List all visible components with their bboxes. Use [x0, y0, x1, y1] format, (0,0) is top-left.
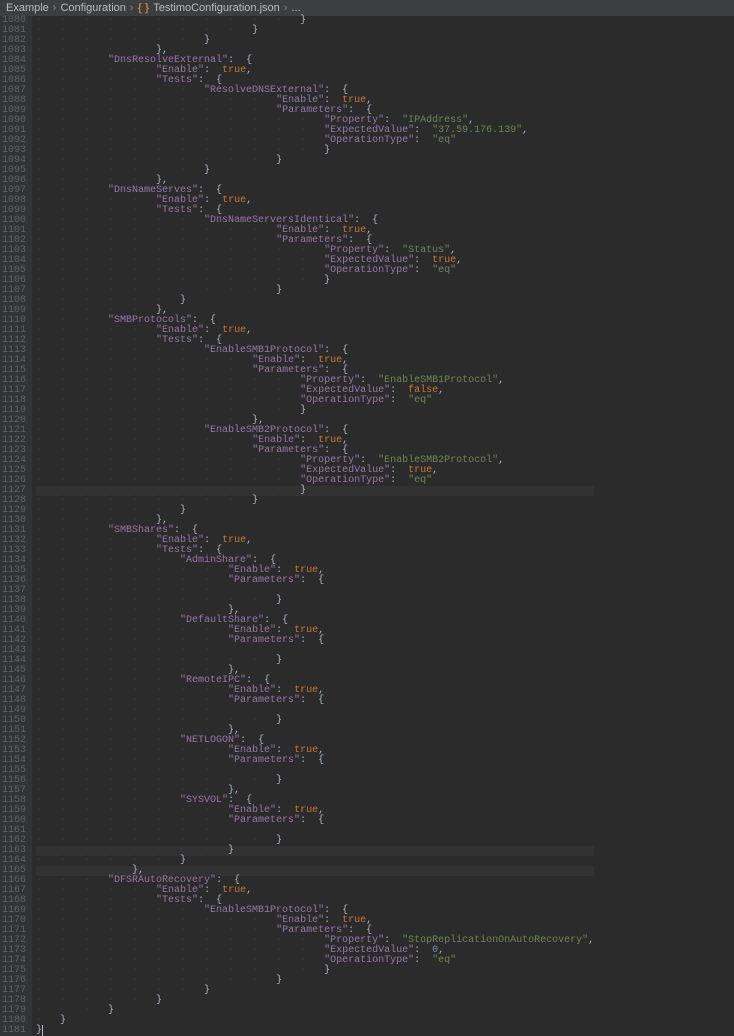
punctuation: } [108, 1005, 114, 1016]
punctuation: } [60, 1015, 66, 1026]
code-line[interactable]: · } [36, 1016, 594, 1026]
breadcrumb-file[interactable]: TestimoConfiguration.json [153, 3, 280, 13]
punctuation: : { [300, 695, 324, 706]
punctuation: : [390, 475, 408, 486]
json-boolean: true [222, 885, 246, 896]
json-boolean: true [222, 195, 246, 206]
punctuation: , [432, 465, 438, 476]
code-editor[interactable]: 1080108110821083108410851086108710881089… [0, 16, 734, 1036]
punctuation: , [246, 65, 252, 76]
json-key: "OperationType" [324, 955, 414, 966]
code-line[interactable]: · · · · · } [36, 996, 594, 1006]
punctuation: } [204, 35, 210, 46]
json-key: "OperationType" [324, 135, 414, 146]
punctuation: } [276, 155, 282, 166]
json-key: "Parameters" [228, 695, 300, 706]
punctuation: , [438, 385, 444, 396]
punctuation: } [180, 295, 186, 306]
punctuation: } [276, 655, 282, 666]
punctuation: , [246, 885, 252, 896]
punctuation: } [252, 495, 258, 506]
punctuation: } [324, 965, 330, 976]
breadcrumb-folder[interactable]: Configuration [60, 3, 125, 13]
json-string: "eq" [408, 475, 432, 486]
json-string: "eq" [432, 955, 456, 966]
line-number-gutter: 1080108110821083108410851086108710881089… [0, 16, 32, 1036]
json-key: "Parameters" [228, 755, 300, 766]
json-key: "Parameters" [228, 815, 300, 826]
chevron-icon: › [284, 3, 288, 13]
json-string: "eq" [408, 395, 432, 406]
punctuation: , [588, 935, 594, 946]
punctuation: , [246, 195, 252, 206]
breadcrumb-tail[interactable]: ... [291, 3, 300, 13]
punctuation: } [276, 715, 282, 726]
punctuation: , [246, 535, 252, 546]
punctuation: } [276, 285, 282, 296]
punctuation: : [414, 135, 432, 146]
text-cursor [42, 1025, 43, 1036]
punctuation: , [456, 255, 462, 266]
punctuation: , [522, 125, 528, 136]
punctuation: : [414, 955, 432, 966]
punctuation: } [276, 595, 282, 606]
punctuation: } [228, 845, 234, 856]
punctuation: } [252, 25, 258, 36]
punctuation: : { [300, 635, 324, 646]
json-icon: { } [138, 3, 150, 13]
json-boolean: true [222, 325, 246, 336]
json-key: "OperationType" [324, 265, 414, 276]
code-line[interactable]: } [36, 1026, 594, 1036]
json-key: "OperationType" [300, 475, 390, 486]
code-line[interactable]: · · · } [36, 1006, 594, 1016]
chevron-icon: › [53, 3, 57, 13]
json-key: "Parameters" [228, 575, 300, 586]
breadcrumb-root[interactable]: Example [6, 3, 49, 13]
punctuation: : { [300, 755, 324, 766]
code-area[interactable]: · · · · · · · · · · · }· · · · · · · · ·… [32, 16, 594, 1036]
punctuation: } [300, 485, 306, 496]
json-key: "OperationType" [300, 395, 390, 406]
punctuation: : [390, 395, 408, 406]
punctuation: } [180, 855, 186, 866]
json-boolean: true [222, 535, 246, 546]
punctuation: } [324, 275, 330, 286]
json-string: "eq" [432, 135, 456, 146]
chevron-icon: › [130, 3, 134, 13]
line-number: 1181 [2, 1026, 26, 1036]
punctuation: } [180, 505, 186, 516]
punctuation: : { [300, 575, 324, 586]
punctuation: : { [300, 815, 324, 826]
punctuation: } [276, 975, 282, 986]
punctuation: , [498, 455, 504, 466]
punctuation: } [324, 145, 330, 156]
json-boolean: true [222, 65, 246, 76]
punctuation: , [498, 375, 504, 386]
punctuation: } [204, 165, 210, 176]
json-key: "Parameters" [228, 635, 300, 646]
json-string: "eq" [432, 265, 456, 276]
punctuation: , [246, 325, 252, 336]
punctuation: } [300, 15, 306, 26]
punctuation: } [156, 995, 162, 1006]
punctuation: } [276, 775, 282, 786]
punctuation: } [300, 405, 306, 416]
line-number: 1180 [2, 1016, 26, 1026]
punctuation: } [204, 985, 210, 996]
punctuation: : [414, 265, 432, 276]
punctuation: } [276, 835, 282, 846]
breadcrumb[interactable]: Example › Configuration › { } TestimoCon… [0, 0, 734, 16]
